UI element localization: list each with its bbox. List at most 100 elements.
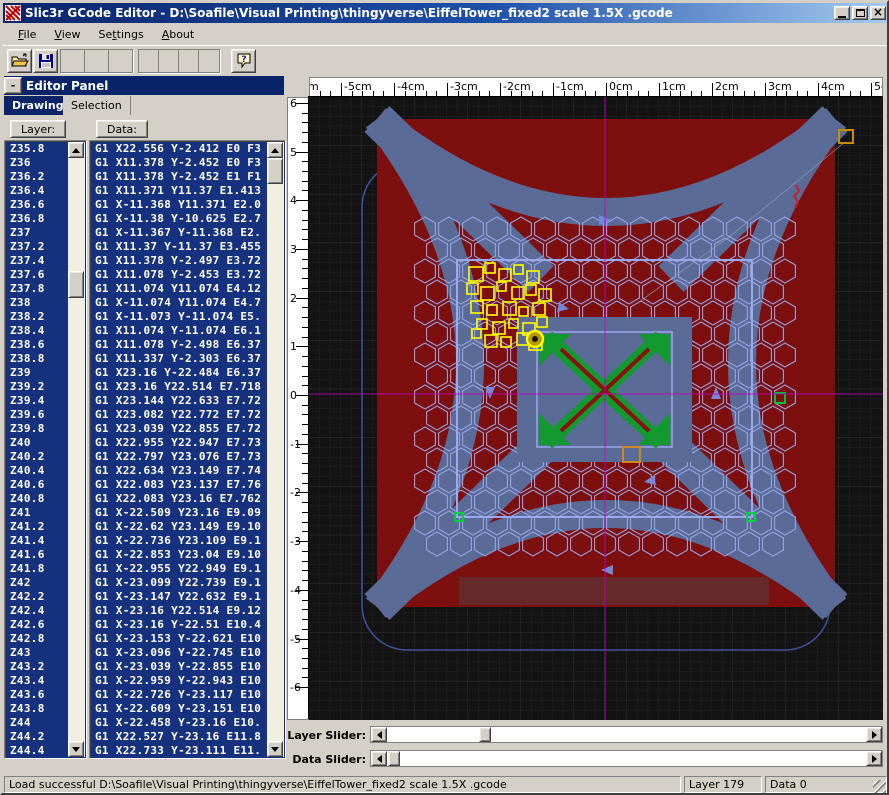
layer-list-item[interactable]: Z42 (6, 576, 69, 590)
data-button[interactable]: Data: (96, 120, 148, 138)
slider-left-button[interactable] (371, 751, 387, 766)
menu-item-about[interactable]: About (153, 26, 204, 43)
layer-list-item[interactable]: Z42.8 (6, 632, 69, 646)
layer-list-item[interactable]: Z37.4 (6, 254, 69, 268)
gcode-list-item[interactable]: G1 X23.144 Y22.633 E7.72 (91, 394, 268, 408)
resize-grip[interactable] (873, 780, 886, 793)
layer-list-item[interactable]: Z42.4 (6, 604, 69, 618)
layer-list-item[interactable]: Z39.6 (6, 408, 69, 422)
layer-list-item[interactable]: Z37.6 (6, 268, 69, 282)
gcode-list-item[interactable]: G1 X11.074 Y-11.074 E6.1 (91, 324, 268, 338)
gcode-list-item[interactable]: G1 X22.634 Y23.149 E7.74 (91, 464, 268, 478)
gcode-canvas[interactable] (309, 97, 883, 720)
slider-left-button[interactable] (371, 727, 387, 742)
layer-list-item[interactable]: Z38.8 (6, 352, 69, 366)
layer-list-item[interactable]: Z38.4 (6, 324, 69, 338)
layer-list-item[interactable]: Z35.8 (6, 142, 69, 156)
gcode-list-item[interactable]: G1 X-11.073 Y-11.074 E5. (91, 310, 268, 324)
gcode-list-item[interactable]: G1 X22.527 Y-23.16 E11.8 (91, 730, 268, 744)
data-slider-thumb[interactable] (388, 751, 400, 766)
gcode-scroll-thumb[interactable] (267, 158, 283, 184)
scroll-down-button[interactable] (68, 741, 84, 757)
gcode-list-item[interactable]: G1 X11.378 Y-2.452 E0 F3 (91, 156, 268, 170)
scroll-up-button[interactable] (68, 142, 84, 158)
layer-list-item[interactable]: Z38.6 (6, 338, 69, 352)
collapse-panel-button[interactable]: - (4, 77, 22, 94)
gcode-list-item[interactable]: G1 X-11.074 Y11.074 E4.7 (91, 296, 268, 310)
layer-list-item[interactable]: Z38 (6, 296, 69, 310)
gcode-list-item[interactable]: G1 X-22.853 Y23.04 E9.10 (91, 548, 268, 562)
gcode-list-item[interactable]: G1 X23.039 Y22.855 E7.72 (91, 422, 268, 436)
layer-scroll-thumb[interactable] (68, 271, 84, 298)
gcode-list-item[interactable]: G1 X22.083 Y23.137 E7.76 (91, 478, 268, 492)
layer-list-item[interactable]: Z39.4 (6, 394, 69, 408)
layer-list-item[interactable]: Z41.4 (6, 534, 69, 548)
gcode-list-item[interactable]: G1 X22.797 Y23.076 E7.73 (91, 450, 268, 464)
help-button[interactable]: ? (231, 49, 256, 73)
gcode-list-item[interactable]: G1 X22.556 Y-2.412 E0 F3 (91, 142, 268, 156)
layer-list-item[interactable]: Z36 (6, 156, 69, 170)
layer-list-item[interactable]: Z43.6 (6, 688, 69, 702)
layer-list-item[interactable]: Z43.8 (6, 702, 69, 716)
layer-listbox[interactable]: Z35.8Z36Z36.2Z36.4Z36.6Z36.8Z37Z37.2Z37.… (4, 140, 87, 759)
gcode-list-item[interactable]: G1 X-23.147 Y22.632 E9.1 (91, 590, 268, 604)
layer-list-item[interactable]: Z36.6 (6, 198, 69, 212)
layer-list-item[interactable]: Z39.2 (6, 380, 69, 394)
layer-list-item[interactable]: Z37.8 (6, 282, 69, 296)
gcode-list-item[interactable]: G1 X-23.039 Y-22.855 E10 (91, 660, 268, 674)
gcode-list-item[interactable]: G1 X-11.367 Y-11.368 E2. (91, 226, 268, 240)
gcode-list-item[interactable]: G1 X11.337 Y-2.303 E6.37 (91, 352, 268, 366)
gcode-list-item[interactable]: G1 X23.16 Y-22.484 E6.37 (91, 366, 268, 380)
layer-button[interactable]: Layer: (10, 120, 66, 138)
open-file-button[interactable] (7, 49, 32, 73)
gcode-listbox[interactable]: G1 X22.556 Y-2.412 E0 F3G1 X11.378 Y-2.4… (89, 140, 286, 759)
tab-selection[interactable]: Selection (63, 96, 131, 115)
gcode-list-item[interactable]: G1 X-22.955 Y22.949 E9.1 (91, 562, 268, 576)
layer-list-item[interactable]: Z43 (6, 646, 69, 660)
gcode-list-item[interactable]: G1 X-22.609 Y-23.151 E10 (91, 702, 268, 716)
layer-list-item[interactable]: Z44.2 (6, 730, 69, 744)
menu-item-file[interactable]: File (9, 26, 45, 43)
gcode-list-item[interactable]: G1 X-23.16 Y22.514 E9.12 (91, 604, 268, 618)
gcode-list-item[interactable]: G1 X22.955 Y22.947 E7.73 (91, 436, 268, 450)
layer-list-item[interactable]: Z43.2 (6, 660, 69, 674)
gcode-list-item[interactable]: G1 X11.074 Y11.074 E4.12 (91, 282, 268, 296)
gcode-list-item[interactable]: G1 X-11.368 Y11.371 E2.0 (91, 198, 268, 212)
layer-list-scrollbar[interactable] (68, 142, 85, 757)
minimize-button[interactable] (834, 6, 850, 20)
gcode-list-item[interactable]: G1 X11.37 Y-11.37 E3.455 (91, 240, 268, 254)
layer-list-item[interactable]: Z40.4 (6, 464, 69, 478)
gcode-list-item[interactable]: G1 X11.378 Y-2.452 E1 F1 (91, 170, 268, 184)
menu-item-settings[interactable]: Settings (90, 26, 153, 43)
gcode-list-item[interactable]: G1 X22.733 Y-23.111 E11. (91, 744, 268, 757)
gcode-list-item[interactable]: G1 X-22.959 Y-22.943 E10 (91, 674, 268, 688)
layer-list-item[interactable]: Z39 (6, 366, 69, 380)
layer-list-item[interactable]: Z38.2 (6, 310, 69, 324)
layer-slider-thumb[interactable] (479, 727, 491, 742)
gcode-list-item[interactable]: G1 X23.082 Y22.772 E7.72 (91, 408, 268, 422)
layer-list-item[interactable]: Z40.6 (6, 478, 69, 492)
layer-list-item[interactable]: Z41 (6, 506, 69, 520)
close-button[interactable]: × (870, 6, 886, 20)
gcode-list-item[interactable]: G1 X11.078 Y-2.453 E3.72 (91, 268, 268, 282)
gcode-list-item[interactable]: G1 X-11.38 Y-10.625 E2.7 (91, 212, 268, 226)
layer-list-item[interactable]: Z44 (6, 716, 69, 730)
layer-list-item[interactable]: Z37.2 (6, 240, 69, 254)
layer-list-item[interactable]: Z41.6 (6, 548, 69, 562)
slider-right-button[interactable] (866, 751, 882, 766)
save-file-button[interactable] (33, 49, 58, 73)
gcode-list-item[interactable]: G1 X22.083 Y23.16 E7.762 (91, 492, 268, 506)
gcode-list-item[interactable]: G1 X-22.458 Y-23.16 E10. (91, 716, 268, 730)
layer-list-item[interactable]: Z42.2 (6, 590, 69, 604)
layer-list-item[interactable]: Z37 (6, 226, 69, 240)
layer-list-item[interactable]: Z44.4 (6, 744, 69, 757)
gcode-list-item[interactable]: G1 X-23.16 Y-22.51 E10.4 (91, 618, 268, 632)
maximize-button[interactable] (852, 6, 868, 20)
scroll-down-button[interactable] (267, 741, 283, 757)
title-bar[interactable]: Slic3r GCode Editor - D:\Soafile\Visual … (3, 3, 888, 23)
layer-list-item[interactable]: Z40.8 (6, 492, 69, 506)
layer-list-item[interactable]: Z41.2 (6, 520, 69, 534)
layer-list-item[interactable]: Z36.4 (6, 184, 69, 198)
gcode-list-item[interactable]: G1 X-23.096 Y-22.745 E10 (91, 646, 268, 660)
data-slider[interactable] (370, 750, 883, 767)
